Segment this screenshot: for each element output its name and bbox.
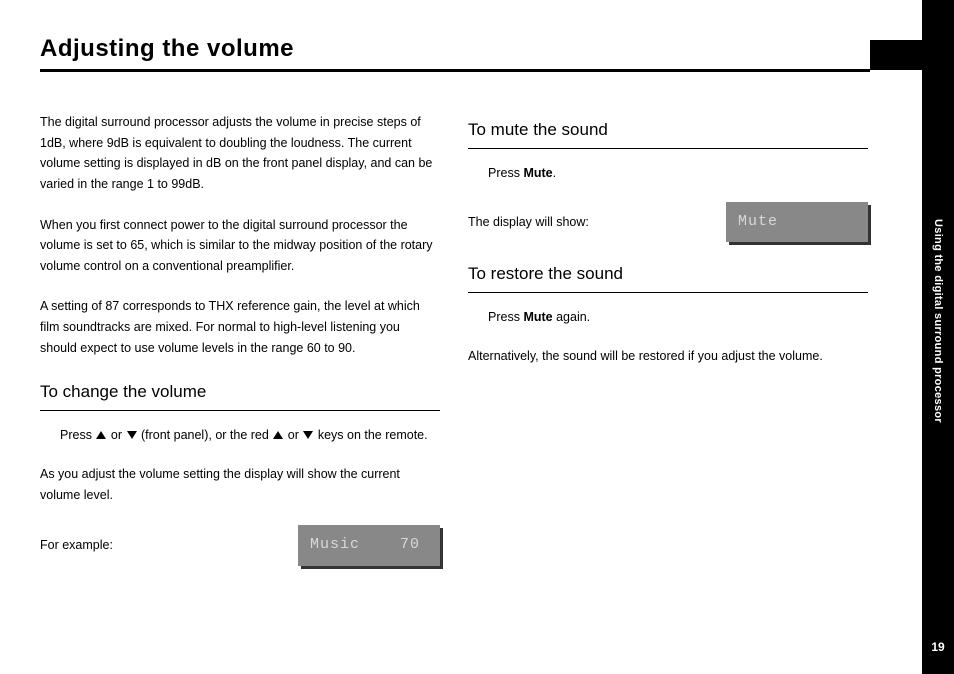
text-frontpanel: (front panel), or the red [138,428,273,442]
intro-p2: When you first connect power to the digi… [40,215,440,277]
text-keys-remote: keys on the remote. [314,428,427,442]
press-mute-instruction: Press Mute. [488,163,868,184]
adjust-display-note: As you adjust the volume setting the dis… [40,464,440,505]
intro-p1: The digital surround processor adjusts t… [40,112,440,195]
content-columns: The digital surround processor adjusts t… [40,112,870,584]
lcd-display-music: Music 70 [298,525,440,566]
example-row: For example: Music 70 [40,525,440,566]
period-1: . [553,166,556,180]
down-arrow-icon-2 [303,431,313,439]
for-example-label: For example: [40,535,280,556]
intro-p3: A setting of 87 corresponds to THX refer… [40,296,440,358]
display-will-show: The display will show: [468,212,708,233]
up-arrow-icon-2 [273,431,283,439]
text-press: Press [60,428,95,442]
restore-alt: Alternatively, the sound will be restore… [468,346,868,367]
mute-bold: Mute [523,166,552,180]
left-column: The digital surround processor adjusts t… [40,112,440,584]
down-arrow-icon [127,431,137,439]
press-arrows-instruction: Press or (front panel), or the red or ke… [60,425,440,446]
text-or1: or [107,428,125,442]
press-mute-again: Press Mute again. [488,307,868,328]
text-or2: or [284,428,302,442]
sidebar-label: Using the digital surround processor [932,219,944,423]
again-text: again. [553,310,591,324]
up-arrow-icon [96,431,106,439]
section-tab [870,40,922,70]
lcd-display-mute: Mute [726,202,868,243]
text-press-3: Press [488,310,523,324]
sidebar: Using the digital surround processor 19 [922,0,954,674]
subhead-restore: To restore the sound [468,260,868,293]
subhead-mute: To mute the sound [468,116,868,149]
mute-bold-2: Mute [523,310,552,324]
title-rule [40,69,870,72]
page-title: Adjusting the volume [40,35,954,63]
mute-display-row: The display will show: Mute [468,202,868,243]
right-column: To mute the sound Press Mute. The displa… [468,112,868,584]
subhead-change-volume: To change the volume [40,378,440,411]
text-press-2: Press [488,166,523,180]
page-number: 19 [922,640,954,654]
